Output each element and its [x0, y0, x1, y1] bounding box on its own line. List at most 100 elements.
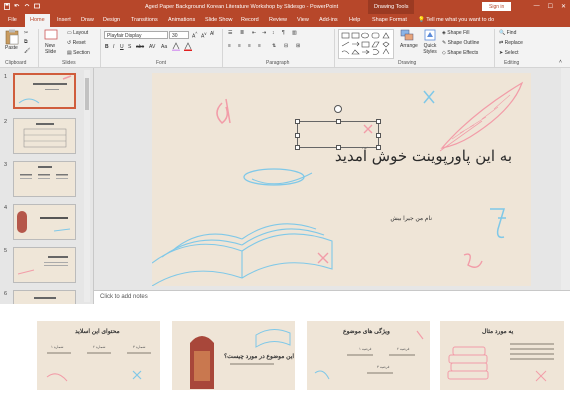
resize-handle[interactable]: [295, 119, 300, 124]
shrink-font-icon[interactable]: Av: [201, 31, 206, 40]
italic-icon[interactable]: I: [113, 44, 114, 50]
tab-design[interactable]: Design: [103, 17, 120, 23]
thumbnail-slide-6[interactable]: [13, 290, 76, 304]
new-slide-button[interactable]: New Slide: [45, 43, 65, 55]
numbering-icon[interactable]: ≣: [240, 30, 244, 36]
font-name-select[interactable]: Playfair Display: [104, 31, 168, 39]
shadow-icon[interactable]: S: [128, 44, 131, 50]
tab-review[interactable]: Review: [269, 17, 287, 23]
columns-icon[interactable]: ▥: [292, 30, 297, 36]
underline-icon[interactable]: U: [120, 44, 124, 50]
current-slide[interactable]: به این پاورپوینت خوش آمدید نام من جیرا ب…: [152, 73, 531, 286]
selected-shape[interactable]: [295, 105, 381, 150]
arrange-button[interactable]: Arrange: [400, 43, 418, 49]
maximize-button[interactable]: ☐: [548, 3, 553, 10]
change-case-icon[interactable]: Aa: [161, 44, 167, 50]
char-spacing-icon[interactable]: AV: [149, 44, 155, 50]
rtl-icon[interactable]: ¶: [282, 30, 285, 36]
resize-handle[interactable]: [295, 133, 300, 138]
thumbnail-scrollbar[interactable]: [84, 70, 90, 302]
preview-slide-features: ویژگی های موضوع فرضیه ۱ فرضیه ۲ فرضیه ۳: [307, 321, 430, 390]
tab-insert[interactable]: Insert: [57, 17, 71, 23]
shapes-gallery[interactable]: [338, 29, 394, 59]
save-icon[interactable]: [4, 3, 10, 10]
slide-subtitle[interactable]: نام من جیرا بیش: [232, 215, 432, 222]
align-left-icon[interactable]: ≡: [228, 43, 231, 49]
font-size-select[interactable]: 30: [169, 31, 189, 39]
canvas-scrollbar[interactable]: [561, 68, 570, 290]
thumb-number: 4: [4, 205, 8, 211]
tab-file[interactable]: File: [8, 17, 17, 23]
thumbnail-slide-2[interactable]: [13, 118, 76, 154]
increase-indent-icon[interactable]: ⇥: [262, 30, 266, 36]
tab-shape-format[interactable]: Shape Format: [372, 17, 407, 23]
shape-outline-button[interactable]: ✎ Shape Outline: [442, 40, 479, 46]
new-slide-icon[interactable]: [44, 29, 58, 43]
align-right-icon[interactable]: ≡: [248, 43, 251, 49]
replace-button[interactable]: ⇄ Replace: [499, 40, 523, 46]
collapse-ribbon-icon[interactable]: ˄: [559, 59, 562, 65]
bold-icon[interactable]: B: [105, 44, 109, 50]
strikethrough-icon[interactable]: abc: [136, 44, 144, 50]
layout-button[interactable]: ▭ Layout: [67, 30, 88, 36]
bullets-icon[interactable]: ☰: [228, 30, 232, 36]
smartart-icon[interactable]: ⊞: [296, 43, 300, 49]
align-center-icon[interactable]: ≡: [238, 43, 241, 49]
tab-add-ins[interactable]: Add-ins: [319, 17, 338, 23]
resize-handle[interactable]: [376, 119, 381, 124]
resize-handle[interactable]: [376, 133, 381, 138]
close-button[interactable]: ✕: [561, 3, 566, 10]
quick-styles-button[interactable]: Quick Styles: [421, 43, 439, 55]
line-spacing-icon[interactable]: ↕: [272, 30, 275, 36]
section-button[interactable]: ▤ Section: [67, 50, 90, 56]
redo-icon[interactable]: [24, 3, 30, 10]
scrollbar-thumb[interactable]: [85, 78, 89, 110]
clipboard-icon: [5, 29, 19, 45]
editor-window: Aged Paper Background Korean Literature …: [0, 0, 570, 304]
reset-button[interactable]: ↺ Reset: [67, 40, 86, 46]
shape-fill-button[interactable]: ◈ Shape Fill: [442, 30, 469, 36]
tab-help[interactable]: Help: [349, 17, 360, 23]
thumbnail-slide-5[interactable]: [13, 247, 76, 283]
present-icon[interactable]: [34, 3, 40, 10]
tab-draw[interactable]: Draw: [81, 17, 94, 23]
tab-animations[interactable]: Animations: [168, 17, 195, 23]
document-title: Aged Paper Background Korean Literature …: [145, 4, 339, 10]
tell-me-search[interactable]: 💡 Tell me what you want to do: [418, 17, 494, 23]
tab-home[interactable]: Home: [25, 14, 50, 27]
grow-font-icon[interactable]: A^: [192, 31, 197, 40]
thumbnail-slide-3[interactable]: [13, 161, 76, 197]
resize-handle[interactable]: [295, 145, 300, 150]
resize-handle[interactable]: [336, 119, 341, 124]
copy-icon[interactable]: ⧉: [24, 39, 28, 45]
undo-icon[interactable]: [14, 3, 20, 10]
select-button[interactable]: ➤ Select: [499, 50, 519, 56]
thumbnail-slide-4[interactable]: [13, 204, 76, 240]
shape-effects-button[interactable]: ◇ Shape Effects: [442, 50, 478, 56]
notes-pane[interactable]: Click to add notes: [94, 290, 570, 304]
font-color-icon[interactable]: [184, 42, 192, 53]
arrange-icon[interactable]: [400, 29, 414, 43]
tab-transitions[interactable]: Transitions: [131, 17, 158, 23]
resize-handle[interactable]: [336, 145, 341, 150]
text-direction-icon[interactable]: ⇅: [272, 43, 276, 49]
clear-format-icon[interactable]: A̸: [210, 31, 213, 37]
highlight-icon[interactable]: [172, 42, 180, 53]
tab-record[interactable]: Record: [241, 17, 259, 23]
align-text-icon[interactable]: ⊟: [284, 43, 288, 49]
thumbnail-slide-1[interactable]: [13, 73, 76, 109]
rotate-handle-icon[interactable]: [334, 105, 342, 113]
quick-styles-icon[interactable]: [424, 29, 436, 43]
format-painter-icon[interactable]: 🖌: [24, 48, 30, 54]
resize-handle[interactable]: [376, 145, 381, 150]
cut-icon[interactable]: ✂: [24, 30, 28, 36]
sign-in-button[interactable]: Sign in: [482, 2, 512, 11]
tab-view[interactable]: View: [297, 17, 309, 23]
tab-slide-show[interactable]: Slide Show: [205, 17, 233, 23]
justify-icon[interactable]: ≡: [258, 43, 261, 49]
slide-title[interactable]: به این پاورپوینت خوش آمدید: [212, 147, 512, 165]
decrease-indent-icon[interactable]: ⇤: [252, 30, 256, 36]
minimize-button[interactable]: —: [534, 3, 540, 10]
find-button[interactable]: 🔍 Find: [499, 30, 516, 36]
blue-x-doodle: [423, 90, 435, 104]
